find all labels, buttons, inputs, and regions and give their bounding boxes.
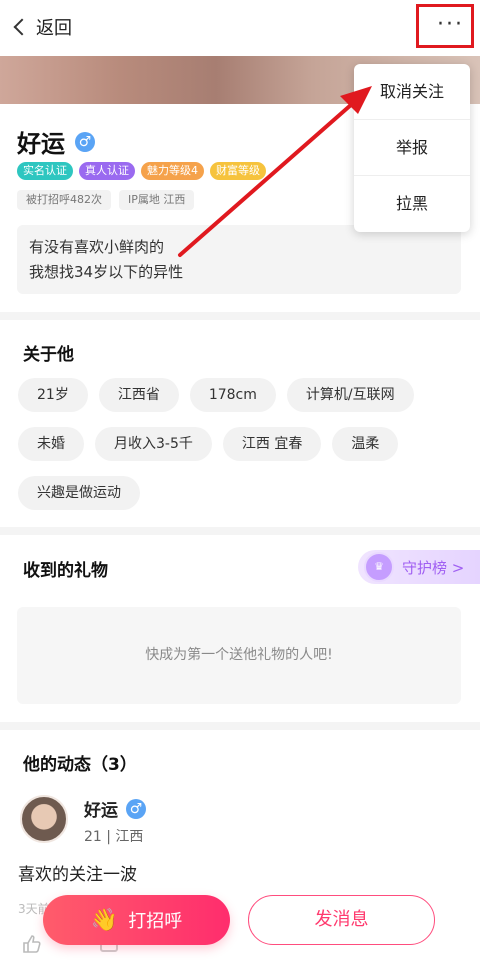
wealth-level-badge[interactable]: 财富等级: [210, 162, 266, 180]
bio-box: 有没有喜欢小鲜肉的 我想找34岁以下的异性: [17, 225, 461, 294]
guard-icon: ♛: [364, 552, 394, 582]
send-message-button[interactable]: 发消息: [248, 895, 435, 945]
about-chip: 计算机/互联网: [286, 378, 414, 412]
profile-name: 好运: [17, 130, 65, 158]
real-name-badge[interactable]: 实名认证: [17, 162, 73, 180]
back-label: 返回: [36, 18, 72, 39]
greet-count-tag: 被打招呼482次: [17, 190, 111, 210]
top-bar: 返回 ···: [0, 0, 480, 56]
post-text[interactable]: 喜欢的关注一波: [18, 860, 137, 885]
highlight-box: [416, 4, 474, 48]
gifts-title: 收到的礼物: [23, 561, 108, 581]
about-chips: 21岁 江西省 178cm 计算机/互联网 未婚 月收入3-5千 江西 宜春 温…: [18, 378, 468, 525]
posts-title: 他的动态（3）: [23, 755, 137, 775]
bio-line: 我想找34岁以下的异性: [29, 263, 184, 281]
charm-level-badge[interactable]: 魅力等级4: [141, 162, 204, 180]
about-chip: 温柔: [332, 427, 399, 461]
bio-line: 有没有喜欢小鲜肉的: [29, 238, 165, 256]
ip-location-tag: IP属地 江西: [119, 190, 195, 210]
about-chip: 178cm: [189, 378, 276, 412]
like-icon[interactable]: [22, 934, 42, 954]
chevron-left-icon: [13, 18, 31, 36]
male-icon: ♂: [126, 798, 146, 819]
section-divider: [0, 722, 480, 730]
section-divider: [0, 527, 480, 535]
menu-item-block[interactable]: 拉黑: [354, 176, 470, 232]
menu-item-report[interactable]: 举报: [354, 120, 470, 176]
about-chip: 江西 宜春: [222, 427, 322, 461]
avatar[interactable]: [20, 795, 68, 843]
guard-ranking-button[interactable]: ♛ 守护榜 >: [358, 550, 480, 584]
about-title: 关于他: [23, 345, 74, 365]
about-chip: 江西省: [98, 378, 179, 412]
about-chip: 月收入3-5千: [95, 427, 212, 461]
back-button[interactable]: 返回: [13, 14, 72, 40]
more-options-menu: 取消关注 举报 拉黑: [354, 64, 470, 232]
about-chip: 未婚: [18, 427, 84, 461]
post-meta: 21 | 江西: [84, 829, 144, 845]
real-person-badge[interactable]: 真人认证: [79, 162, 135, 180]
post-author[interactable]: 好运: [84, 796, 118, 821]
about-chip: 兴趣是做运动: [18, 476, 140, 510]
greet-button[interactable]: 👋 打招呼: [43, 895, 230, 945]
menu-item-unfollow[interactable]: 取消关注: [354, 64, 470, 120]
gifts-empty-state: 快成为第一个送他礼物的人吧!: [17, 607, 461, 704]
wave-hand-icon: 👋: [90, 907, 119, 933]
guard-ranking-label: 守护榜 >: [402, 558, 465, 577]
section-divider: [0, 312, 480, 320]
greet-label: 打招呼: [128, 911, 183, 932]
about-chip: 21岁: [18, 378, 88, 412]
male-icon: ♂: [75, 131, 95, 152]
